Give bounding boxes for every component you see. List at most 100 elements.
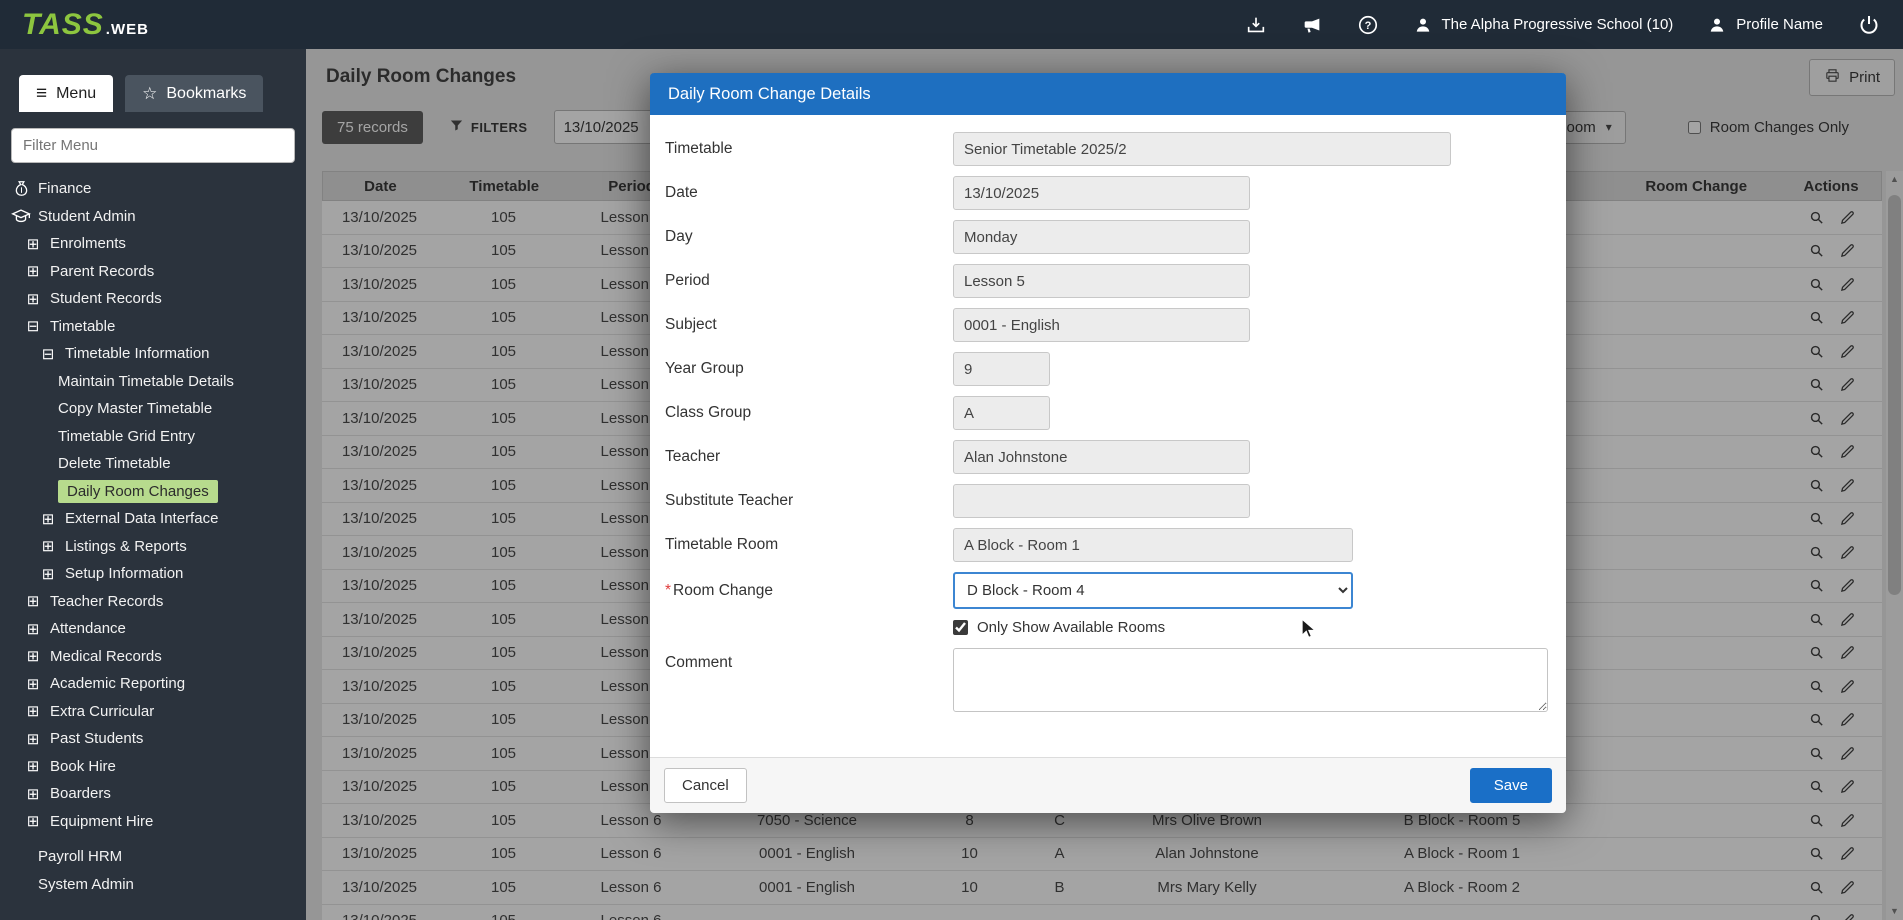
finance-icon (11, 179, 31, 198)
sidebar-tree: Finance Student Admin ⊞ Enrolments ⊞ Par… (0, 175, 306, 898)
expand-icon: ⊞ (23, 812, 43, 830)
sidebar-item[interactable]: ⊞ Extra Curricular (0, 698, 306, 726)
sidebar-item[interactable]: Delete Timetable (0, 450, 306, 478)
expand-icon: ⊞ (38, 537, 58, 555)
only-available-rooms-label: Only Show Available Rooms (977, 619, 1165, 636)
substitute-teacher-label: Substitute Teacher (665, 492, 953, 510)
sidebar-item[interactable]: ⊞ Past Students (0, 725, 306, 753)
topbar: TASS .WEB ? The Alpha Progressive School… (0, 0, 1903, 49)
year-group-label: Year Group (665, 360, 953, 378)
sidebar-item[interactable]: ⊞ Boarders (0, 780, 306, 808)
menu-tab[interactable]: ≡ Menu (19, 75, 113, 112)
sidebar-item-label: Finance (38, 180, 91, 197)
expand-icon: ⊞ (23, 235, 43, 253)
sidebar-item[interactable]: Student Admin (0, 203, 306, 231)
logout-button[interactable] (1857, 13, 1881, 37)
date-label: Date (665, 184, 953, 202)
sidebar-item[interactable]: Maintain Timetable Details (0, 368, 306, 396)
expand-icon: ⊞ (38, 565, 58, 583)
expand-icon: ⊞ (23, 675, 43, 693)
substitute-teacher-field (953, 484, 1250, 518)
sidebar-item-label: Academic Reporting (50, 675, 185, 692)
megaphone-icon (1301, 14, 1323, 36)
bookmarks-tab[interactable]: ☆ Bookmarks (125, 75, 263, 112)
sidebar-item[interactable]: ⊞ Teacher Records (0, 588, 306, 616)
student-admin-icon (11, 206, 31, 226)
tassweb-logo[interactable]: TASS .WEB (22, 8, 149, 42)
sidebar-item-label: Payroll HRM (38, 848, 122, 865)
timetable-room-field (953, 528, 1353, 562)
sidebar-item-label: Student Records (50, 290, 162, 307)
room-change-select[interactable]: D Block - Room 4 (953, 572, 1353, 609)
sidebar-item-label: External Data Interface (65, 510, 218, 527)
sidebar-item[interactable]: ⊞ Medical Records (0, 643, 306, 671)
collapse-icon: ⊟ (38, 345, 58, 363)
bookmarks-tab-label: Bookmarks (166, 85, 246, 103)
expand-icon: ⊞ (23, 757, 43, 775)
sidebar-item[interactable]: ⊞ Academic Reporting (0, 670, 306, 698)
profile-menu[interactable]: Profile Name (1707, 15, 1823, 35)
dialog-header: Daily Room Change Details (650, 73, 1566, 115)
sidebar-item-label: Teacher Records (50, 593, 163, 610)
comment-textarea[interactable] (953, 648, 1548, 712)
school-menu[interactable]: The Alpha Progressive School (10) (1413, 15, 1674, 35)
sidebar-item-label: System Admin (38, 876, 134, 893)
date-field (953, 176, 1250, 210)
period-label: Period (665, 272, 953, 290)
logo-web-text: .WEB (106, 21, 149, 38)
sidebar-item[interactable]: ⊞ Setup Information (0, 560, 306, 588)
cancel-button[interactable]: Cancel (664, 768, 747, 803)
help-button[interactable]: ? (1357, 14, 1379, 36)
sidebar-item[interactable]: Payroll HRM (0, 843, 306, 871)
sidebar-item-label: Book Hire (50, 758, 116, 775)
sidebar-item[interactable]: System Admin (0, 871, 306, 899)
subject-label: Subject (665, 316, 953, 334)
hamburger-icon: ≡ (36, 84, 47, 103)
sidebar-item-label: Equipment Hire (50, 813, 153, 830)
year-group-field (953, 352, 1050, 386)
sidebar-item[interactable]: Daily Room Changes (0, 478, 306, 506)
sidebar-item[interactable]: ⊞ Enrolments (0, 230, 306, 258)
sidebar-item[interactable]: Timetable Grid Entry (0, 423, 306, 451)
only-available-rooms-checkbox[interactable] (953, 620, 968, 635)
star-icon: ☆ (142, 85, 157, 102)
menu-tab-label: Menu (56, 85, 96, 103)
sidebar-item-label: Timetable Grid Entry (58, 428, 195, 445)
save-button[interactable]: Save (1470, 768, 1552, 803)
expand-icon: ⊞ (23, 785, 43, 803)
sidebar-item-label: Listings & Reports (65, 538, 187, 555)
downloads-button[interactable] (1245, 14, 1267, 36)
sidebar-item-label: Parent Records (50, 263, 154, 280)
menu-filter-input[interactable] (11, 128, 295, 163)
sidebar-item-label: Timetable Information (65, 345, 210, 362)
sidebar-item[interactable]: ⊞ Equipment Hire (0, 808, 306, 836)
only-available-rooms-toggle[interactable]: Only Show Available Rooms (953, 619, 1550, 636)
profile-name: Profile Name (1736, 16, 1823, 33)
sidebar-item-label: Medical Records (50, 648, 162, 665)
sidebar-item[interactable]: Copy Master Timetable (0, 395, 306, 423)
school-icon (1413, 15, 1433, 35)
sidebar-item-label: Maintain Timetable Details (58, 373, 234, 390)
sidebar-item[interactable]: ⊞ Student Records (0, 285, 306, 313)
expand-icon: ⊞ (23, 647, 43, 665)
sidebar-item[interactable]: ⊞ External Data Interface (0, 505, 306, 533)
announcements-button[interactable] (1301, 14, 1323, 36)
sidebar-item[interactable]: Finance (0, 175, 306, 203)
sidebar-item[interactable]: ⊞ Book Hire (0, 753, 306, 781)
sidebar-item[interactable]: ⊟ Timetable (0, 313, 306, 341)
teacher-field (953, 440, 1250, 474)
sidebar-item-label: Enrolments (50, 235, 126, 252)
power-icon (1857, 13, 1881, 37)
sidebar-item[interactable]: ⊞ Parent Records (0, 258, 306, 286)
class-group-field (953, 396, 1050, 430)
sidebar-item[interactable]: ⊟ Timetable Information (0, 340, 306, 368)
subject-field (953, 308, 1250, 342)
sidebar-item-label: Daily Room Changes (58, 480, 218, 503)
comment-label: Comment (665, 648, 953, 672)
sidebar-item[interactable]: ⊞ Listings & Reports (0, 533, 306, 561)
sidebar-item-label: Boarders (50, 785, 111, 802)
timetable-room-label: Timetable Room (665, 536, 953, 554)
sidebar-item[interactable]: ⊞ Attendance (0, 615, 306, 643)
dialog-title: Daily Room Change Details (668, 85, 871, 104)
period-field (953, 264, 1250, 298)
